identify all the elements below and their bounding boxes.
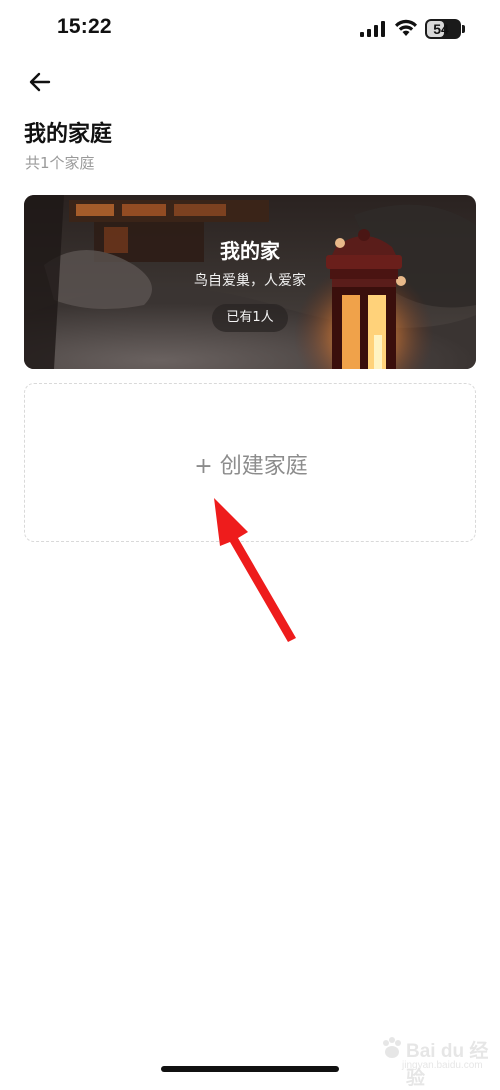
status-time: 15:22 — [57, 15, 112, 38]
wifi-icon — [395, 19, 417, 36]
family-count: 共1个家庭 — [25, 154, 95, 172]
page-title: 我的家庭 — [24, 122, 113, 147]
status-bar: 15:22 54 — [0, 0, 500, 60]
battery-percentage: 54 — [433, 21, 449, 37]
watermark-url: jingyan.baidu.com — [402, 1060, 483, 1071]
battery-cap — [462, 25, 465, 33]
family-card-my-home[interactable]: 我的家 鸟自爱巢，人爱家 已有1人 — [24, 195, 476, 369]
member-count-badge: 已有1人 — [212, 304, 288, 332]
back-arrow-icon[interactable] — [25, 66, 57, 98]
annotation-arrow-icon — [214, 498, 296, 642]
cellular-signal-icon — [360, 21, 385, 37]
baidu-watermark-logo: Bai du 经验 jingyan.baidu.com — [380, 1032, 492, 1089]
create-family-label: + 创建家庭 — [194, 454, 308, 479]
battery-icon: 54 — [425, 19, 461, 39]
family-name: 我的家 — [220, 239, 280, 263]
home-indicator[interactable] — [161, 1066, 339, 1072]
paw-icon — [383, 1037, 401, 1058]
family-slogan: 鸟自爱巢，人爱家 — [194, 273, 306, 289]
